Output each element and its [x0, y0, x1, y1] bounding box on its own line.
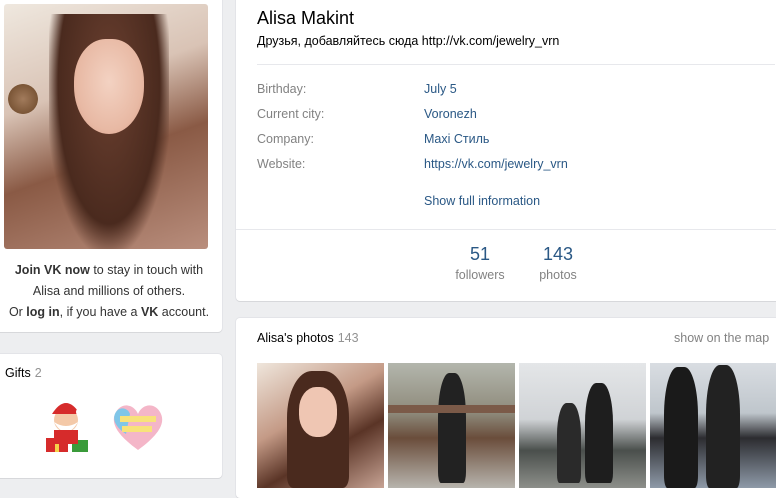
- followers-count: 51: [469, 244, 491, 264]
- login-link[interactable]: log in: [26, 305, 59, 319]
- profile-photo[interactable]: [4, 4, 208, 249]
- photo-thumbnail[interactable]: [519, 363, 646, 488]
- photo-subject-shape: [557, 403, 581, 483]
- photo-subject-shape: [706, 365, 740, 488]
- info-value-link[interactable]: Voronezh: [424, 107, 477, 121]
- followers-label: followers: [455, 268, 505, 282]
- show-on-map-link[interactable]: show on the map: [674, 331, 769, 345]
- gifts-header[interactable]: Gifts 2: [5, 366, 42, 380]
- show-full-information-link[interactable]: Show full information: [424, 194, 540, 208]
- avatar-card: Join VK now to stay in touch with Alisa …: [0, 0, 222, 332]
- join-text-4: account.: [158, 305, 210, 319]
- valentines-day-heart-icon[interactable]: [106, 394, 170, 458]
- info-value-link[interactable]: https://vk.com/jewelry_vrn: [424, 157, 568, 171]
- decoration-shape: [8, 84, 38, 114]
- photo-subject-shape: [585, 383, 613, 483]
- profile-status: Друзья, добавляйтесь сюда http://vk.com/…: [257, 34, 560, 48]
- info-value-link[interactable]: July 5: [424, 82, 457, 96]
- photo-thumbnail[interactable]: [388, 363, 515, 488]
- photo-face-shape: [299, 387, 337, 437]
- photos-counter[interactable]: 143 photos: [518, 244, 598, 282]
- photos-label: photos: [539, 268, 577, 282]
- join-text-2: Or: [8, 305, 27, 319]
- photo-subject-shape: [438, 373, 466, 483]
- divider: [236, 229, 776, 230]
- photo-railing-shape: [388, 405, 515, 413]
- join-vk-link[interactable]: Join VK now: [15, 263, 90, 277]
- photo-thumbnail[interactable]: [650, 363, 776, 488]
- info-label: Current city:: [257, 107, 325, 121]
- followers-counter[interactable]: 51 followers: [440, 244, 520, 282]
- santa-gift-icon[interactable]: [36, 394, 100, 458]
- photos-header-count: 143: [337, 331, 359, 345]
- info-value-link[interactable]: Maxi Стиль: [424, 132, 489, 146]
- photos-card: Alisa's photos 143 show on the map: [236, 318, 776, 498]
- info-label: Company:: [257, 132, 314, 146]
- info-label: Birthday:: [257, 82, 307, 96]
- photo-face-shape: [74, 39, 144, 134]
- gifts-count: 2: [34, 366, 42, 380]
- join-vk-prompt: Join VK now to stay in touch with Alisa …: [4, 260, 214, 323]
- gifts-title: Gifts: [5, 366, 31, 380]
- divider: [257, 64, 775, 65]
- page-title: Alisa Makint: [257, 8, 355, 28]
- vk-word: VK: [140, 305, 159, 319]
- info-label: Website:: [257, 157, 306, 171]
- photo-thumbnail[interactable]: [257, 363, 384, 488]
- photo-subject-shape: [664, 367, 698, 488]
- photos-title: Alisa's photos: [257, 331, 334, 345]
- profile-info-card: Alisa Makint Друзья, добавляйтесь сюда h…: [236, 0, 776, 301]
- photos-header[interactable]: Alisa's photos 143: [257, 331, 359, 345]
- photos-count: 143: [542, 244, 574, 264]
- gifts-card: Gifts 2: [0, 354, 222, 478]
- join-text-3: , if you have a: [59, 305, 141, 319]
